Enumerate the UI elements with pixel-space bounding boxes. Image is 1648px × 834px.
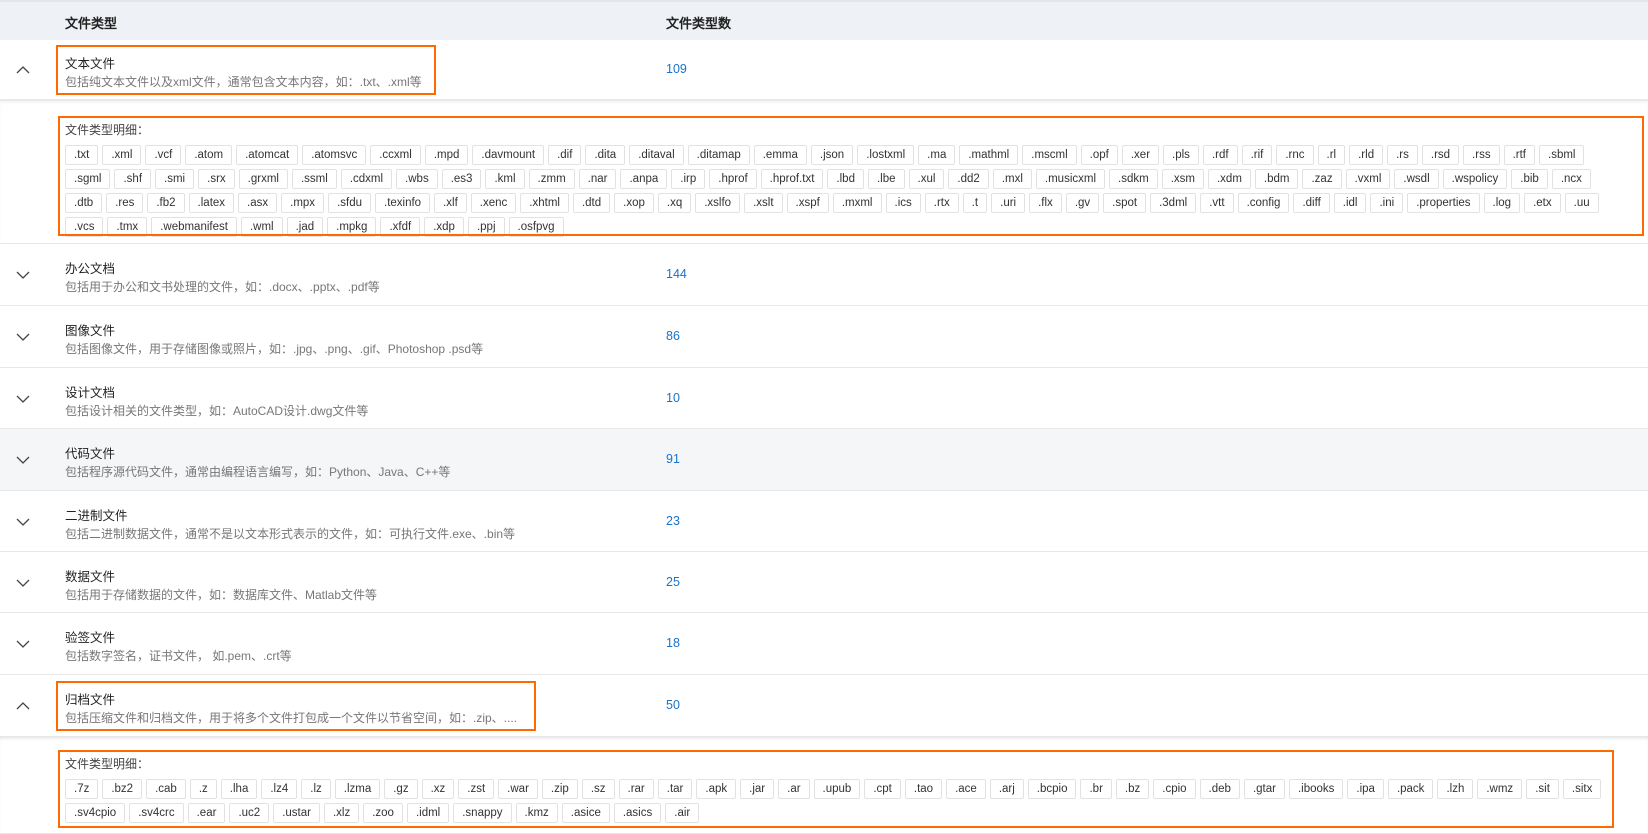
chevron-down-icon[interactable]	[15, 575, 31, 591]
file-type-description: 包括二进制数据文件，通常不是以文本形式表示的文件，如：可执行文件.exe、.bi…	[65, 526, 516, 541]
chevron-down-icon[interactable]	[15, 267, 31, 283]
file-type-count[interactable]: 91	[666, 452, 680, 466]
file-type-name: 设计文档	[65, 385, 116, 400]
file-type-name: 代码文件	[65, 447, 116, 461]
highlight-box	[58, 750, 1614, 828]
highlight-box	[56, 681, 536, 731]
highlight-box	[56, 45, 436, 95]
file-type-count[interactable]: 50	[666, 698, 680, 712]
file-type-description: 包括用于存储数据的文件，如：数据库文件、Matlab文件等	[65, 587, 378, 602]
file-type-detail-panel: 文件类型明细： .txt .xml .vcf .atom .atomcat .atomsvc…	[0, 100, 1648, 244]
file-type-count[interactable]: 18	[666, 636, 680, 650]
highlight-box	[58, 116, 1644, 236]
header-file-type: 文件类型	[65, 16, 118, 31]
chevron-up-icon[interactable]	[15, 62, 31, 78]
file-type-detail-panel: 文件类型明细： .7z .bz2 .cab .z .lha .lz4 .lz .lzma .gz.…	[0, 737, 1648, 834]
chevron-down-icon[interactable]	[15, 329, 31, 345]
table-row[interactable]: 代码文件包括程序源代码文件，通常由编程语言编写，如：Python、Java、C+…	[0, 429, 1648, 491]
file-type-name: 图像文件	[65, 324, 116, 338]
file-type-count[interactable]: 109	[666, 62, 687, 76]
chevron-down-icon[interactable]	[15, 514, 31, 530]
table-row[interactable]: 二进制文件包括二进制数据文件，通常不是以文本形式表示的文件，如：可执行文件.ex…	[0, 491, 1648, 552]
table-row[interactable]: 设计文档包括设计相关的文件类型，如：AutoCAD设计.dwg文件等 10	[0, 368, 1648, 429]
file-type-name: 二进制文件	[65, 508, 128, 523]
table-row[interactable]: 图像文件包括图像文件，用于存储图像或照片，如：.jpg、.png、.gif、Ph…	[0, 306, 1648, 368]
table-row[interactable]: 归档文件 包括压缩文件和归档文件，用于将多个文件打包成一个文件以节省空间，如：.z…	[0, 675, 1648, 737]
file-type-count[interactable]: 10	[666, 391, 680, 405]
file-type-name: 验签文件	[65, 631, 116, 645]
table-row[interactable]: 文本文件 包括纯文本文件以及xml文件，通常包含文本内容，如：.txt、.xml等…	[0, 40, 1648, 100]
chevron-down-icon[interactable]	[15, 391, 31, 407]
file-type-count[interactable]: 23	[666, 514, 680, 528]
file-type-description: 包括数字签名，证书文件， 如.pem、.crt等	[65, 649, 292, 663]
file-type-description: 包括设计相关的文件类型，如：AutoCAD设计.dwg文件等	[65, 403, 369, 418]
chevron-down-icon[interactable]	[15, 636, 31, 652]
chevron-up-icon[interactable]	[15, 698, 31, 714]
table-header: 文件类型 文件类型数	[0, 0, 1648, 40]
file-type-count[interactable]: 25	[666, 575, 680, 589]
chevron-down-icon[interactable]	[15, 452, 31, 468]
table-row[interactable]: 办公文档包括用于办公和文书处理的文件，如：.docx、.pptx、.pdf等 14…	[0, 244, 1648, 306]
file-type-name: 办公文档	[65, 262, 116, 276]
file-type-name: 数据文件	[65, 569, 116, 584]
file-type-count[interactable]: 144	[666, 267, 687, 281]
file-type-description: 包括用于办公和文书处理的文件，如：.docx、.pptx、.pdf等	[65, 280, 380, 294]
table-row[interactable]: 验签文件包括数字签名，证书文件， 如.pem、.crt等 18	[0, 613, 1648, 675]
file-type-description: 包括图像文件，用于存储图像或照片，如：.jpg、.png、.gif、Photos…	[65, 342, 484, 356]
file-type-count[interactable]: 86	[666, 329, 680, 343]
file-type-description: 包括程序源代码文件，通常由编程语言编写，如：Python、Java、C++等	[65, 465, 451, 479]
header-file-type-count: 文件类型数	[666, 16, 732, 31]
table-row[interactable]: 数据文件包括用于存储数据的文件，如：数据库文件、Matlab文件等 25	[0, 552, 1648, 613]
